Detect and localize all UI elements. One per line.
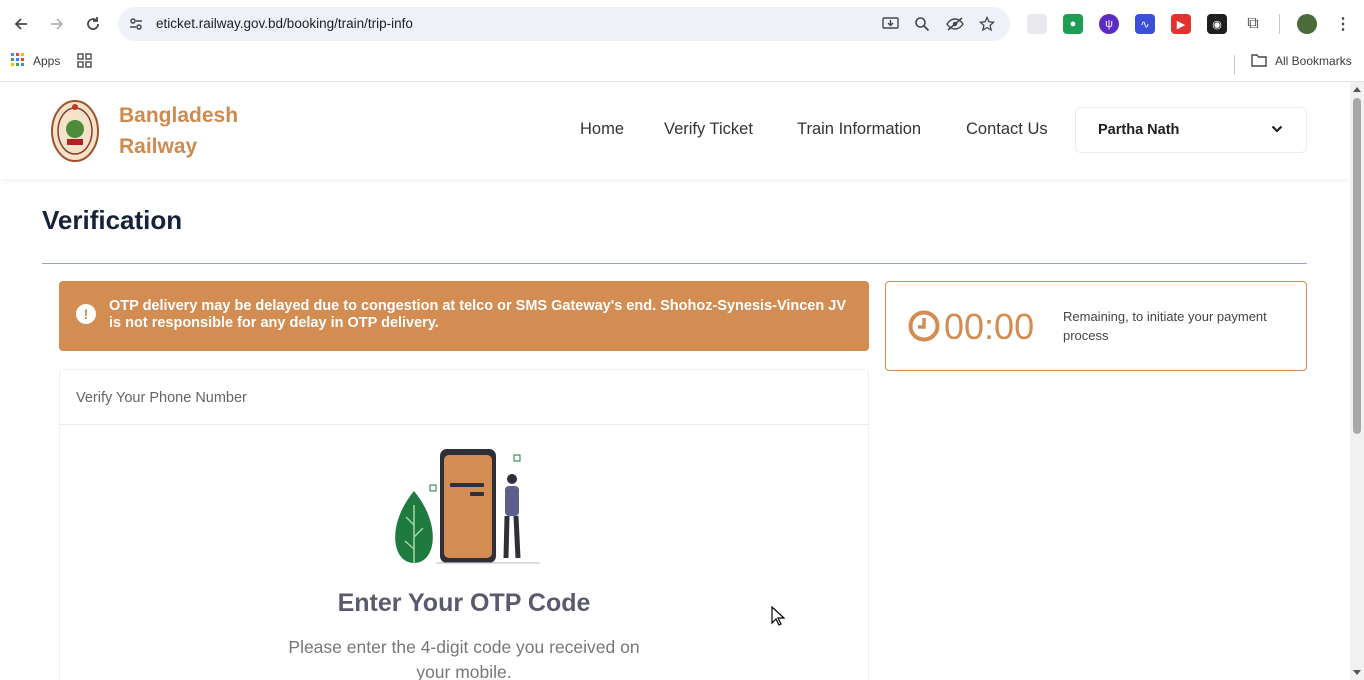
otp-subtitle: Please enter the 4-digit code you receiv… [288, 637, 640, 680]
timer-value: 00:00 [944, 306, 1035, 347]
back-icon[interactable] [9, 12, 33, 36]
scroll-down-arrow-icon[interactable] [1353, 670, 1361, 675]
bookmark-star-icon[interactable] [978, 15, 996, 32]
alert-text: OTP delivery may be delayed due to conge… [109, 298, 846, 331]
reload-icon[interactable] [81, 12, 105, 36]
extension-video-icon[interactable]: ▶ [1171, 14, 1191, 34]
card-header-text: Verify Your Phone Number [76, 390, 247, 406]
title-divider [42, 263, 1307, 264]
site-header: Bangladesh Railway Home Verify Ticket Tr… [0, 82, 1350, 179]
verify-phone-card: Verify Your Phone Number Enter Your OTP … [59, 369, 869, 680]
profile-avatar-icon[interactable] [1297, 14, 1317, 34]
brand-name[interactable]: Bangladesh Railway [119, 100, 238, 162]
tab-groups-icon[interactable] [77, 53, 92, 73]
extension-record-icon[interactable]: ● [1063, 14, 1083, 34]
extensions-puzzle-icon[interactable]: ⧉ [1243, 14, 1263, 34]
nav-train-information[interactable]: Train Information [797, 120, 921, 139]
nav-home[interactable]: Home [580, 120, 624, 139]
apps-grid-icon[interactable] [11, 53, 25, 72]
nav-contact-us[interactable]: Contact Us [966, 120, 1048, 139]
otp-phone-illustration [395, 449, 540, 564]
tracking-eye-icon[interactable] [946, 16, 964, 32]
mouse-cursor-icon [771, 606, 785, 626]
site-info-icon[interactable] [128, 16, 144, 32]
otp-delay-alert: ! OTP delivery may be delayed due to con… [59, 281, 869, 351]
user-name: Partha Nath [1098, 122, 1180, 138]
otp-title: Enter Your OTP Code [337, 589, 591, 617]
chevron-down-icon [1271, 125, 1283, 133]
user-menu-dropdown[interactable]: Partha Nath [1075, 107, 1307, 153]
alert-exclamation-icon: ! [76, 304, 96, 324]
browser-menu-icon[interactable]: ⋮ [1333, 14, 1353, 34]
url-text[interactable]: eticket.railway.gov.bd/booking/train/tri… [156, 16, 413, 31]
scroll-up-arrow-icon[interactable] [1353, 87, 1361, 92]
extension-camera-icon[interactable]: ◉ [1207, 14, 1227, 34]
forward-icon[interactable] [45, 12, 69, 36]
page-content: Bangladesh Railway Home Verify Ticket Tr… [0, 82, 1350, 680]
brand-line2: Railway [119, 135, 198, 158]
extension-wave-icon[interactable]: ∿ [1135, 14, 1155, 34]
extension-grid-icon[interactable] [1027, 14, 1047, 34]
timer-label: Remaining, to initiate your payment proc… [1063, 309, 1267, 343]
apps-bookmark[interactable]: Apps [33, 54, 60, 68]
folder-icon [1251, 53, 1267, 72]
install-app-icon[interactable] [882, 16, 899, 32]
bookmarks-bar: Apps All Bookmarks [0, 48, 1364, 82]
scroll-thumb[interactable] [1353, 98, 1361, 434]
page-title: Verification [42, 205, 183, 235]
clock-icon [908, 310, 940, 342]
brand-line1: Bangladesh [119, 104, 239, 127]
zoom-icon[interactable] [914, 16, 930, 32]
payment-timer: 00:00 Remaining, to initiate your paymen… [885, 281, 1307, 371]
address-bar[interactable]: eticket.railway.gov.bd/booking/train/tri… [118, 7, 1010, 41]
railway-logo[interactable] [50, 99, 100, 163]
card-header: Verify Your Phone Number [60, 370, 868, 425]
nav-verify-ticket[interactable]: Verify Ticket [664, 120, 753, 139]
browser-toolbar: eticket.railway.gov.bd/booking/train/tri… [0, 0, 1364, 48]
page-scrollbar[interactable] [1350, 82, 1364, 680]
all-bookmarks-button[interactable]: All Bookmarks [1275, 54, 1352, 68]
extension-purple-icon[interactable]: ψ [1099, 14, 1119, 34]
